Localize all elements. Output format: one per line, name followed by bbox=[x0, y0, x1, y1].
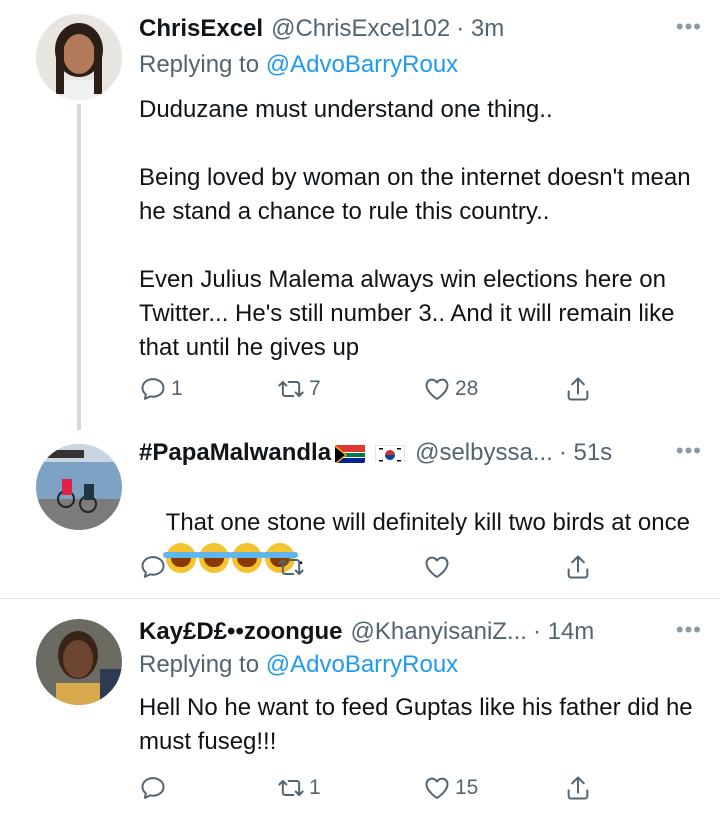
retweet-button[interactable]: 1 bbox=[277, 771, 321, 805]
reply-button[interactable] bbox=[139, 550, 167, 584]
like-button[interactable] bbox=[423, 550, 451, 584]
display-name[interactable]: Kay£D£••zoongue bbox=[139, 617, 343, 647]
like-icon bbox=[423, 553, 451, 581]
thread-line bbox=[77, 104, 81, 430]
like-icon bbox=[423, 375, 451, 403]
timestamp: · 14m bbox=[532, 618, 595, 645]
share-icon bbox=[564, 553, 592, 581]
like-icon bbox=[423, 774, 451, 802]
like-button[interactable]: 15 bbox=[423, 771, 478, 805]
tweet-actions bbox=[139, 550, 589, 584]
retweet-icon bbox=[277, 553, 305, 581]
tweet-text-container: That one stone will definitely kill two … bbox=[139, 472, 704, 608]
avatar[interactable] bbox=[36, 14, 122, 100]
replying-to: Replying to @AdvoBarryRoux bbox=[139, 650, 458, 680]
user-handle[interactable]: @ChrisExcel102 bbox=[271, 14, 450, 44]
like-count: 28 bbox=[455, 377, 479, 400]
more-icon[interactable]: ••• bbox=[676, 617, 702, 643]
more-icon[interactable]: ••• bbox=[676, 14, 702, 40]
timestamp: · 3m bbox=[456, 15, 505, 42]
share-button[interactable] bbox=[564, 771, 592, 805]
user-handle[interactable]: @KhanyisaniZ... bbox=[351, 617, 527, 647]
reply-button[interactable] bbox=[139, 771, 167, 805]
avatar[interactable] bbox=[36, 619, 122, 705]
share-button[interactable] bbox=[564, 372, 592, 406]
avatar-image bbox=[36, 619, 122, 705]
tweet-1[interactable]: ChrisExcel @ChrisExcel102 · 3m ••• Reply… bbox=[0, 0, 720, 430]
retweet-icon bbox=[277, 375, 305, 403]
retweet-button[interactable] bbox=[277, 550, 305, 584]
avatar-image bbox=[36, 14, 122, 100]
tweet-2[interactable]: #PapaMalwandla @selbyssa... · 51s ••• Th… bbox=[0, 430, 720, 598]
reply-icon bbox=[139, 375, 167, 403]
like-count: 15 bbox=[455, 776, 479, 799]
retweet-button[interactable]: 7 bbox=[277, 372, 321, 406]
retweet-count: 7 bbox=[309, 377, 321, 400]
avatar[interactable] bbox=[36, 444, 122, 530]
share-icon bbox=[564, 774, 592, 802]
replying-prefix: Replying to bbox=[139, 651, 266, 678]
tweet-header: Kay£D£••zoongue @KhanyisaniZ... · 14m bbox=[139, 617, 700, 647]
tweet-3[interactable]: Kay£D£••zoongue @KhanyisaniZ... · 14m ••… bbox=[0, 599, 720, 813]
reply-icon bbox=[139, 774, 167, 802]
share-icon bbox=[564, 375, 592, 403]
like-button[interactable]: 28 bbox=[423, 372, 478, 406]
retweet-icon bbox=[277, 774, 305, 802]
tweet-header: #PapaMalwandla @selbyssa... · 51s bbox=[139, 438, 700, 468]
replying-to-link[interactable]: @AdvoBarryRoux bbox=[266, 651, 458, 678]
display-name[interactable]: ChrisExcel bbox=[139, 14, 263, 44]
tweet-text: That one stone will definitely kill two … bbox=[165, 509, 690, 536]
replying-prefix: Replying to bbox=[139, 51, 266, 78]
replying-to: Replying to @AdvoBarryRoux bbox=[139, 50, 458, 80]
timestamp: · 51s bbox=[558, 439, 613, 466]
avatar-image bbox=[36, 444, 122, 530]
more-icon[interactable]: ••• bbox=[676, 438, 702, 464]
reply-button[interactable]: 1 bbox=[139, 372, 183, 406]
south-korea-flag-icon bbox=[375, 443, 406, 463]
user-handle[interactable]: @selbyssa... bbox=[415, 438, 553, 468]
reply-icon bbox=[139, 553, 167, 581]
tweet-actions: 1 15 bbox=[139, 771, 589, 805]
replying-to-link[interactable]: @AdvoBarryRoux bbox=[266, 51, 458, 78]
share-button[interactable] bbox=[564, 550, 592, 584]
reply-count: 1 bbox=[171, 377, 183, 400]
tweet-text: Duduzane must understand one thing.. Bei… bbox=[139, 96, 691, 361]
retweet-count: 1 bbox=[309, 776, 321, 799]
display-name[interactable]: #PapaMalwandla bbox=[139, 438, 331, 468]
tweet-text: Hell No he want to feed Guptas like his … bbox=[139, 694, 700, 755]
tweet-header: ChrisExcel @ChrisExcel102 · 3m bbox=[139, 14, 700, 44]
south-africa-flag-icon bbox=[335, 443, 366, 463]
tweet-actions: 1 7 28 bbox=[139, 372, 589, 406]
